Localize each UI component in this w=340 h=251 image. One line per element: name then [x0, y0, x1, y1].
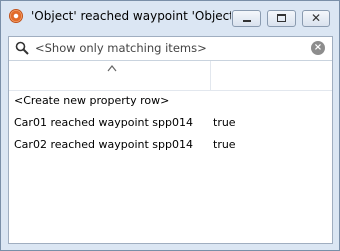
property-name: Car01 reached waypoint spp014: [14, 116, 193, 129]
create-row[interactable]: <Create new property row>: [9, 91, 332, 111]
search-bar: ×: [9, 37, 332, 61]
clear-search-icon[interactable]: ×: [311, 41, 325, 55]
close-icon: ✕: [310, 11, 322, 25]
close-button[interactable]: ✕: [302, 10, 330, 27]
maximize-icon: [277, 14, 286, 22]
search-icon: [15, 41, 29, 55]
property-name: Car02 reached waypoint spp014: [14, 138, 193, 151]
create-row-label: <Create new property row>: [14, 94, 170, 107]
property-panel: × <Create new property row> Car01 reache…: [8, 36, 333, 244]
minimize-button[interactable]: [232, 10, 261, 27]
table-row[interactable]: Car01 reached waypoint spp014 true: [9, 113, 332, 133]
column-divider[interactable]: [210, 61, 211, 90]
table-row[interactable]: Car02 reached waypoint spp014 true: [9, 135, 332, 155]
minimize-icon: [243, 20, 251, 22]
app-logo-icon: [9, 9, 23, 23]
property-window: 'Object' reached waypoint 'Object' ... ✕…: [0, 0, 340, 251]
maximize-button[interactable]: [267, 10, 296, 27]
title-bar[interactable]: 'Object' reached waypoint 'Object' ... ✕: [1, 1, 339, 31]
property-value[interactable]: true: [213, 138, 236, 151]
property-value[interactable]: true: [213, 116, 236, 129]
search-input[interactable]: [35, 39, 305, 57]
table-header: [9, 61, 332, 91]
sort-ascending-icon[interactable]: [107, 64, 117, 72]
window-title: 'Object' reached waypoint 'Object' ...: [31, 9, 231, 23]
